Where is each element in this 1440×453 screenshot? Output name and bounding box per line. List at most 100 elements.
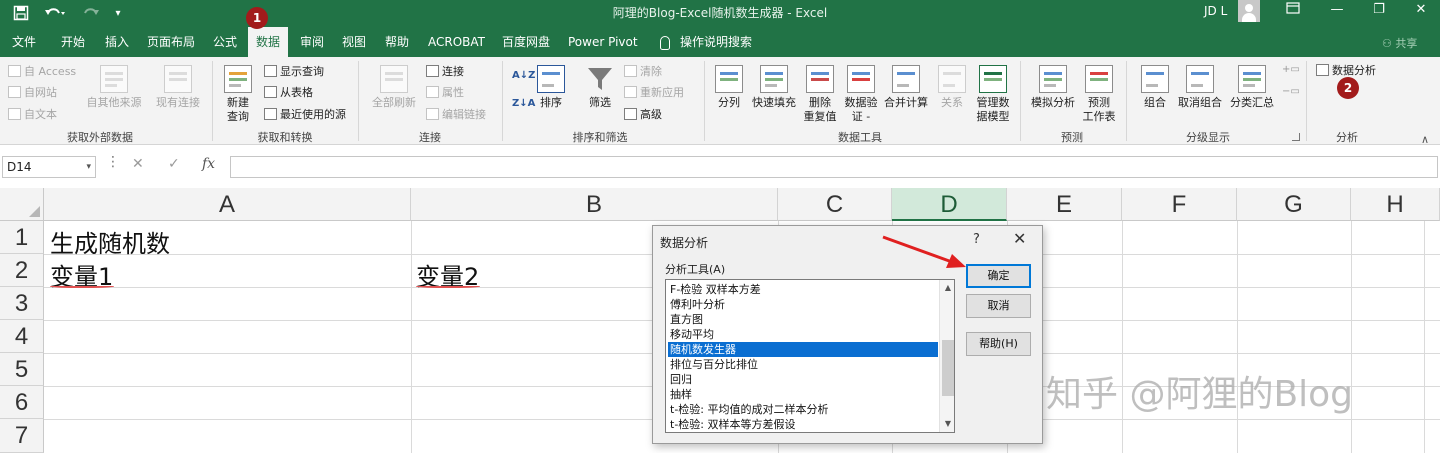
tab-view[interactable]: 视图 (342, 27, 366, 57)
tab-home[interactable]: 开始 (61, 27, 85, 57)
list-item[interactable]: t-检验: 双样本等方差假设 (668, 417, 938, 432)
tab-help[interactable]: 帮助 (385, 27, 409, 57)
filter-button[interactable]: 筛选 (584, 65, 616, 110)
column-header-h[interactable]: H (1351, 188, 1440, 221)
remove-duplicates-button[interactable]: 删除 重复值 (802, 65, 838, 124)
row-header-7[interactable]: 7 (0, 419, 44, 453)
cancel-button[interactable]: 取消 (966, 294, 1031, 318)
group-button[interactable]: 组合 (1138, 65, 1172, 110)
tab-acrobat[interactable]: ACROBAT (428, 27, 485, 57)
column-header-d[interactable]: D (892, 188, 1007, 221)
tell-me-search[interactable]: 操作说明搜索 (660, 27, 752, 57)
show-queries-button[interactable]: 显示查询 (264, 65, 324, 79)
forecast-sheet-button[interactable]: 预测 工作表 (1080, 65, 1118, 124)
edit-links-button[interactable]: 编辑链接 (426, 108, 486, 122)
enter-formula-button[interactable]: ✓ (168, 156, 180, 172)
close-icon[interactable]: ✕ (1013, 229, 1026, 248)
user-name[interactable]: JD L (1204, 4, 1227, 18)
hide-detail-icon[interactable]: −▭ (1282, 85, 1300, 99)
list-item-selected[interactable]: 随机数发生器 (668, 342, 938, 357)
sort-za-button[interactable]: Z↓A (512, 97, 535, 111)
manage-data-model-button[interactable]: 管理数 据模型 (972, 65, 1014, 124)
tab-page-layout[interactable]: 页面布局 (147, 27, 195, 57)
tab-power-pivot[interactable]: Power Pivot (568, 27, 638, 57)
minimize-button[interactable]: — (1322, 2, 1352, 22)
close-window-button[interactable]: ✕ (1406, 2, 1436, 22)
from-access-button[interactable]: 自 Access (8, 65, 76, 79)
clear-filter-button[interactable]: 清除 (624, 65, 662, 79)
what-if-analysis-button[interactable]: 模拟分析 (1028, 65, 1078, 110)
column-header-b[interactable]: B (411, 188, 778, 221)
data-validation-button[interactable]: 数据验 证 - (842, 65, 880, 124)
tab-data[interactable]: 数据 (248, 27, 289, 57)
column-header-g[interactable]: G (1237, 188, 1351, 221)
list-item[interactable]: 排位与百分比排位 (668, 357, 938, 372)
redo-icon[interactable] (76, 3, 106, 23)
advanced-filter-button[interactable]: 高级 (624, 108, 662, 122)
show-detail-icon[interactable]: +▭ (1282, 63, 1300, 77)
formula-input[interactable] (230, 156, 1438, 178)
consolidate-button[interactable]: 合并计算 (882, 65, 930, 110)
list-item[interactable]: 回归 (668, 372, 938, 387)
help-icon[interactable]: ? (973, 232, 980, 247)
ok-button[interactable]: 确定 (966, 264, 1031, 288)
customize-qa-icon[interactable]: ▾ (110, 3, 126, 23)
collapse-ribbon-icon[interactable]: ∧ (1421, 133, 1429, 146)
refresh-all-button[interactable]: 全部刷新 (368, 65, 420, 110)
flash-fill-button[interactable]: 快速填充 (750, 65, 798, 110)
ribbon-display-icon[interactable] (1278, 2, 1308, 22)
tab-review[interactable]: 审阅 (300, 27, 324, 57)
tab-file[interactable]: 文件 (12, 27, 36, 57)
row-header-6[interactable]: 6 (0, 386, 44, 419)
from-table-button[interactable]: 从表格 (264, 86, 313, 100)
insert-function-button[interactable]: fx (202, 156, 215, 172)
column-header-a[interactable]: A (44, 188, 411, 221)
column-header-e[interactable]: E (1007, 188, 1122, 221)
list-item[interactable]: F-检验 双样本方差 (668, 282, 938, 297)
from-other-sources-button[interactable]: 自其他来源 (84, 65, 144, 110)
sort-az-button[interactable]: A↓Z (512, 69, 535, 83)
share-button[interactable]: ⚇ 共享 (1382, 35, 1417, 51)
list-item[interactable]: 直方图 (668, 312, 938, 327)
row-header-5[interactable]: 5 (0, 353, 44, 386)
avatar[interactable] (1238, 0, 1260, 22)
ungroup-button[interactable]: 取消组合 (1176, 65, 1224, 110)
list-item[interactable]: 抽样 (668, 387, 938, 402)
outline-launcher-icon[interactable] (1292, 133, 1300, 141)
column-header-f[interactable]: F (1122, 188, 1237, 221)
tab-insert[interactable]: 插入 (105, 27, 129, 57)
list-item[interactable]: 傅利叶分析 (668, 297, 938, 312)
from-web-button[interactable]: 自网站 (8, 86, 57, 100)
row-header-4[interactable]: 4 (0, 320, 44, 353)
undo-icon[interactable] (40, 3, 70, 23)
row-header-1[interactable]: 1 (0, 221, 44, 254)
text-to-columns-button[interactable]: 分列 (712, 65, 746, 110)
cell-a1[interactable]: 生成随机数 (50, 224, 170, 259)
list-item[interactable]: 移动平均 (668, 327, 938, 342)
data-analysis-button[interactable]: 数据分析 (1316, 64, 1376, 78)
help-button[interactable]: 帮助(H) (966, 332, 1031, 356)
existing-connections-button[interactable]: 现有连接 (152, 65, 204, 110)
select-all-button[interactable] (0, 188, 44, 221)
row-header-3[interactable]: 3 (0, 287, 44, 320)
scroll-down-icon[interactable]: ▼ (940, 417, 954, 431)
reapply-button[interactable]: 重新应用 (624, 86, 684, 100)
list-scrollbar[interactable]: ▲ ▼ (939, 280, 954, 432)
connections-button[interactable]: 连接 (426, 65, 464, 79)
from-text-button[interactable]: 自文本 (8, 108, 57, 122)
tab-formulas[interactable]: 公式 (213, 27, 237, 57)
tab-baidu-netdisk[interactable]: 百度网盘 (502, 27, 550, 57)
recent-sources-button[interactable]: 最近使用的源 (264, 108, 346, 122)
sort-button[interactable]: 排序 (535, 65, 567, 110)
relationships-button[interactable]: 关系 (934, 65, 970, 110)
scroll-up-icon[interactable]: ▲ (940, 281, 954, 295)
save-icon[interactable] (10, 3, 32, 23)
analysis-tools-list[interactable]: F-检验 双样本方差 傅利叶分析 直方图 移动平均 随机数发生器 排位与百分比排… (665, 279, 955, 433)
list-item[interactable]: t-检验: 平均值的成对二样本分析 (668, 402, 938, 417)
subtotal-button[interactable]: 分类汇总 (1228, 65, 1276, 110)
name-box[interactable]: D14 ▾ (2, 156, 96, 178)
restore-button[interactable]: ❐ (1364, 2, 1394, 22)
new-query-button[interactable]: 新建 查询 (218, 65, 258, 124)
properties-button[interactable]: 属性 (426, 86, 464, 100)
scrollbar-thumb[interactable] (942, 340, 954, 396)
